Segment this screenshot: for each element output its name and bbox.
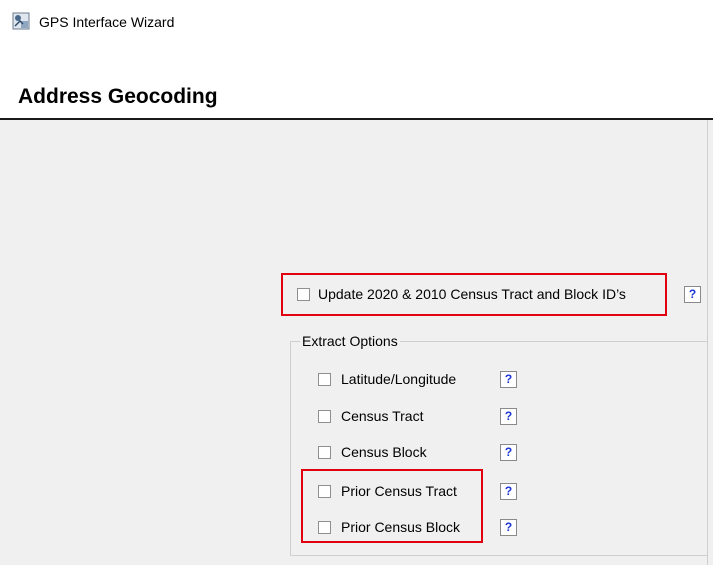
update-census-ids-label: Update 2020 & 2010 Census Tract and Bloc… [318, 286, 626, 302]
census-tract-help-button[interactable]: ? [500, 408, 517, 425]
latitude-longitude-checkbox[interactable] [318, 373, 331, 386]
prior-census-block-checkbox[interactable] [318, 521, 331, 534]
latitude-longitude-label: Latitude/Longitude [341, 371, 457, 387]
prior-census-block-label: Prior Census Block [341, 519, 461, 535]
prior-census-block-help-button[interactable]: ? [500, 519, 517, 536]
extract-options-label: Extract Options [300, 332, 400, 350]
page-title: Address Geocoding [18, 85, 218, 108]
census-block-help-button[interactable]: ? [500, 444, 517, 461]
latitude-longitude-help-button[interactable]: ? [500, 371, 517, 388]
update-census-ids-help-button[interactable]: ? [684, 286, 701, 303]
census-tract-label: Census Tract [341, 408, 424, 424]
prior-census-tract-checkbox[interactable] [318, 485, 331, 498]
prior-census-tract-help-button[interactable]: ? [500, 483, 517, 500]
census-tract-checkbox[interactable] [318, 410, 331, 423]
prior-census-tract-label: Prior Census Tract [341, 483, 457, 499]
gps-wizard-app-icon [12, 12, 30, 30]
update-census-ids-checkbox[interactable] [297, 288, 310, 301]
census-block-checkbox[interactable] [318, 446, 331, 459]
title-bar: GPS Interface Wizard [0, 0, 713, 46]
census-block-label: Census Block [341, 444, 427, 460]
window-title: GPS Interface Wizard [39, 14, 175, 30]
page-header: Address Geocoding [0, 46, 713, 120]
